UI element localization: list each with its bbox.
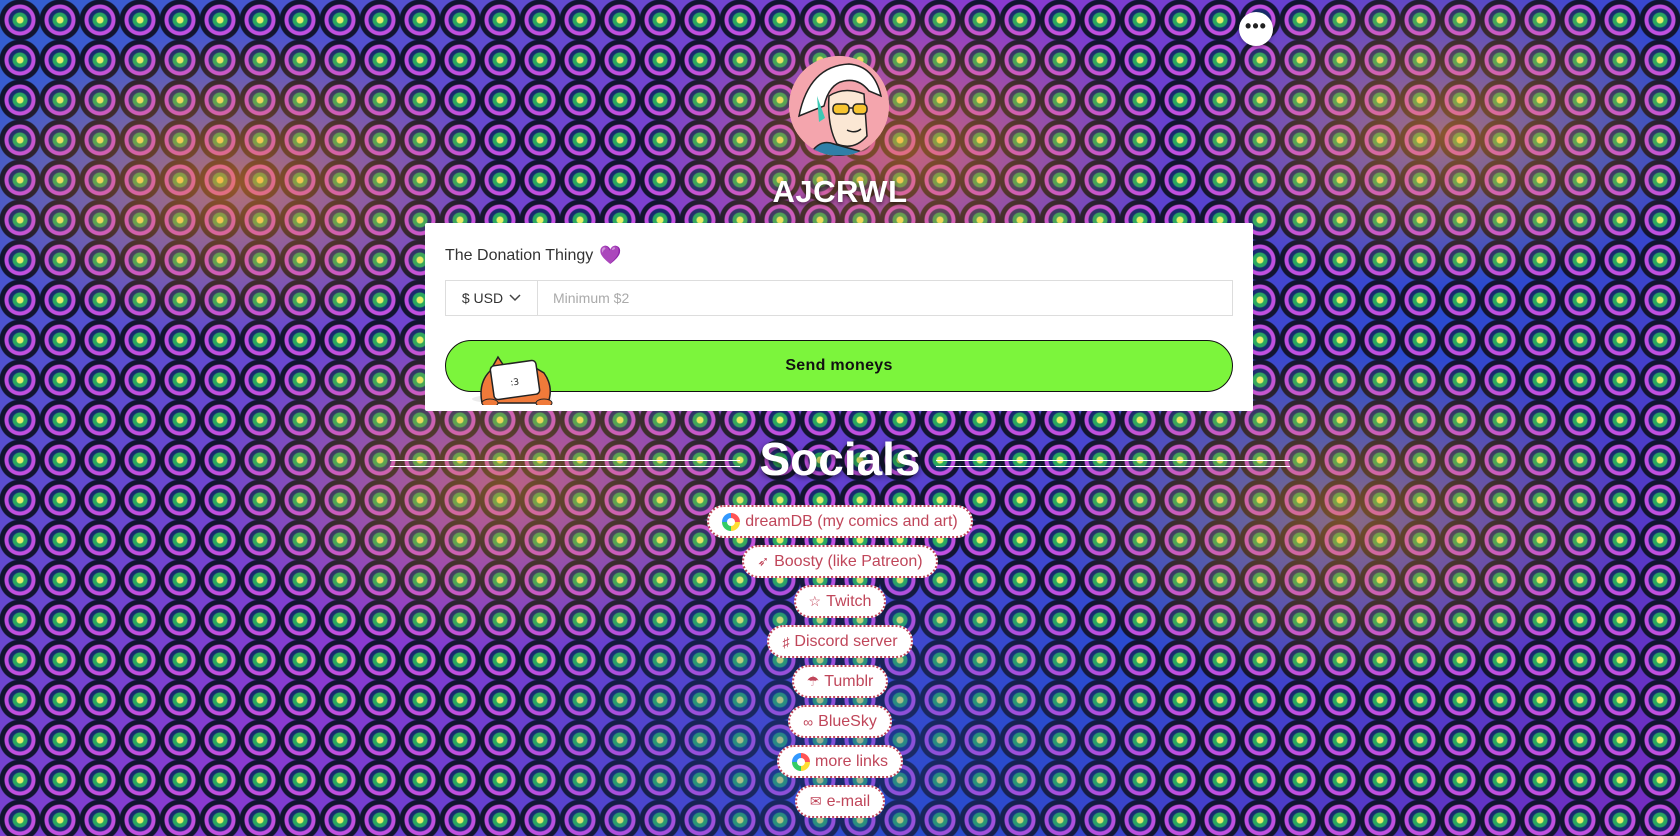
link-label: dreamDB (my comics and art) — [745, 512, 958, 530]
donation-title: The Donation Thingy 💜 — [445, 245, 622, 266]
link-twitch[interactable]: ☆ Twitch — [793, 585, 887, 618]
link-dreamdb[interactable]: dreamDB (my comics and art) — [707, 505, 973, 538]
link-label: BlueSky — [818, 712, 877, 730]
socials-heading: Socials — [759, 433, 921, 485]
donation-title-text: The Donation Thingy — [445, 246, 594, 264]
dreamdb-orb-icon — [722, 512, 741, 531]
link-label: Boosty (like Patreon) — [774, 552, 923, 570]
avatar — [789, 56, 889, 156]
dreamdb-orb-icon — [792, 752, 811, 771]
link-label: Twitch — [826, 592, 872, 610]
link-label: e-mail — [826, 792, 871, 810]
link-bluesky[interactable]: ∞ BlueSky — [788, 705, 892, 738]
link-label: Discord server — [794, 632, 898, 650]
star-icon: ☆ — [808, 593, 822, 609]
avatar-illustration — [789, 56, 889, 156]
arrow-icon: ➶ — [757, 553, 770, 569]
hash-icon: ♯ — [782, 633, 790, 650]
link-label: more links — [815, 752, 888, 770]
currency-select[interactable]: $ USD — [446, 281, 538, 315]
currency-label: $ USD — [461, 290, 504, 306]
svg-text::3: :3 — [510, 377, 520, 388]
profile-username: AJCRWL — [772, 174, 908, 209]
cat-mascot-icon: :3 — [472, 355, 553, 405]
link-tumblr[interactable]: ☂ Tumblr — [791, 665, 889, 698]
butterfly-icon: ∞ — [803, 713, 814, 730]
send-money-button[interactable]: :3 Send moneys — [445, 340, 1233, 405]
link-label: Tumblr — [824, 672, 874, 690]
link-discord[interactable]: ♯ Discord server — [767, 625, 913, 658]
link-boosty[interactable]: ➶ Boosty (like Patreon) — [742, 545, 938, 578]
more-options-button[interactable]: ••• — [1239, 12, 1273, 46]
link-more-links[interactable]: more links — [777, 745, 903, 778]
amount-row: $ USD — [445, 280, 1233, 316]
link-email[interactable]: ✉ e-mail — [794, 785, 886, 818]
amount-input[interactable] — [538, 281, 1232, 315]
heart-icon: 💜 — [599, 245, 622, 265]
chevron-down-icon — [509, 294, 521, 302]
ellipsis-icon: ••• — [1245, 16, 1267, 36]
send-money-label: Send moneys — [785, 357, 893, 374]
donation-card: The Donation Thingy 💜 $ USD :3 Send mone… — [425, 223, 1253, 411]
envelope-icon: ✉ — [809, 793, 822, 809]
social-links-list: dreamDB (my comics and art) ➶ Boosty (li… — [0, 505, 1680, 818]
umbrella-icon: ☂ — [806, 673, 820, 689]
